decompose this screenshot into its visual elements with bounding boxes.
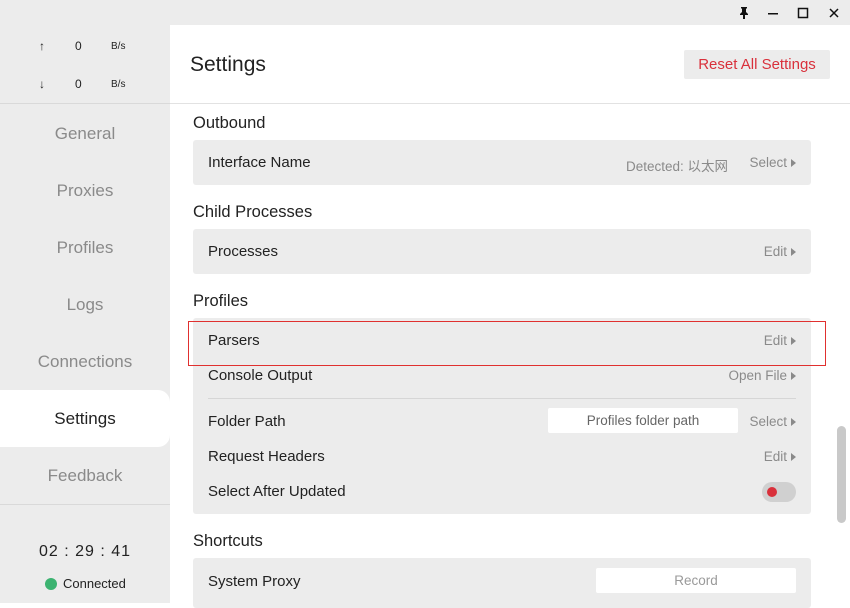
request-headers-row: Request Headers Edit <box>208 442 796 472</box>
caret-right-icon <box>791 371 796 380</box>
system-proxy-row: System Proxy Record <box>208 567 796 597</box>
request-headers-label: Request Headers <box>208 448 325 465</box>
request-headers-edit-button[interactable]: Edit <box>764 449 796 464</box>
parsers-edit-label: Edit <box>763 333 787 348</box>
download-arrow-icon: ↓ <box>39 77 45 91</box>
download-unit: B/s <box>111 79 126 90</box>
processes-edit-button[interactable]: Edit <box>764 244 796 259</box>
select-after-updated-toggle[interactable] <box>762 482 796 502</box>
sidebar: ↑ 0 B/s ↓ 0 B/s General Proxies Profiles… <box>0 25 170 603</box>
interface-detected: Detected: 以太网 <box>625 159 728 174</box>
status-dot-icon <box>45 577 57 590</box>
console-open-file-label: Open File <box>728 368 787 383</box>
toggle-knob <box>767 487 777 497</box>
caret-right-icon <box>791 417 796 426</box>
profiles-card: Parsers Edit Console Output Open File Fo… <box>193 318 811 514</box>
console-output-row: Console Output Open File <box>208 361 796 391</box>
maximize-icon[interactable] <box>788 0 818 25</box>
sidebar-item-general[interactable]: General <box>0 105 170 162</box>
scrollbar-thumb[interactable] <box>837 426 846 523</box>
status-label: Connected <box>63 576 126 591</box>
system-proxy-label: System Proxy <box>208 573 301 590</box>
sidebar-item-proxies[interactable]: Proxies <box>0 162 170 219</box>
title-bar <box>0 0 850 25</box>
system-proxy-record-input[interactable]: Record <box>596 568 796 593</box>
section-title-outbound: Outbound <box>193 114 266 132</box>
outbound-card: Interface Name Detected: 以太网 Select <box>193 140 811 185</box>
page-header: Settings Reset All Settings <box>170 25 850 104</box>
folder-select-button[interactable]: Select <box>749 414 796 429</box>
folder-select-label: Select <box>749 414 787 429</box>
processes-edit-label: Edit <box>763 244 787 259</box>
download-value: 0 <box>75 77 82 91</box>
reset-all-settings-button[interactable]: Reset All Settings <box>684 50 830 79</box>
child-processes-card: Processes Edit <box>193 229 811 274</box>
section-title-profiles: Profiles <box>193 292 249 310</box>
caret-right-icon <box>791 247 796 256</box>
sidebar-status: 02 : 29 : 41 Connected <box>0 504 170 603</box>
upload-row: ↑ 0 B/s <box>0 39 170 59</box>
sidebar-item-settings[interactable]: Settings <box>0 390 170 447</box>
divider <box>208 398 796 399</box>
upload-arrow-icon: ↑ <box>39 39 45 53</box>
console-open-file-button[interactable]: Open File <box>728 368 796 383</box>
uptime-clock: 02 : 29 : 41 <box>38 543 132 560</box>
caret-right-icon <box>791 336 796 345</box>
sidebar-item-feedback[interactable]: Feedback <box>0 447 170 504</box>
folder-path-input[interactable] <box>548 408 738 433</box>
select-after-updated-row: Select After Updated <box>208 477 796 507</box>
section-title-child-processes: Child Processes <box>193 203 313 221</box>
upload-unit: B/s <box>111 41 126 52</box>
select-after-updated-label: Select After Updated <box>208 483 346 500</box>
section-title-shortcuts: Shortcuts <box>193 532 263 550</box>
close-icon[interactable] <box>819 0 849 25</box>
page-title: Settings <box>190 53 266 76</box>
main-panel: Settings Reset All Settings Outbound Int… <box>170 25 850 608</box>
caret-right-icon <box>791 452 796 461</box>
processes-label: Processes <box>208 243 279 260</box>
folder-path-row: Folder Path Select <box>208 407 796 437</box>
sidebar-item-connections[interactable]: Connections <box>0 333 170 390</box>
interface-select-label: Select <box>749 155 787 170</box>
folder-path-label: Folder Path <box>208 413 286 430</box>
traffic-panel: ↑ 0 B/s ↓ 0 B/s <box>0 25 170 104</box>
pin-icon[interactable] <box>729 0 759 25</box>
interface-name-row: Interface Name Detected: 以太网 Select <box>208 148 796 178</box>
caret-right-icon <box>791 158 796 167</box>
parsers-edit-button[interactable]: Edit <box>764 333 796 348</box>
parsers-row: Parsers Edit <box>208 326 796 356</box>
processes-row: Processes Edit <box>208 237 796 267</box>
connection-status: Connected <box>45 576 126 591</box>
upload-value: 0 <box>75 39 82 53</box>
interface-select-button[interactable]: Select <box>749 155 796 170</box>
console-output-label: Console Output <box>208 367 313 384</box>
download-row: ↓ 0 B/s <box>0 77 170 97</box>
sidebar-item-profiles[interactable]: Profiles <box>0 219 170 276</box>
minimize-icon[interactable] <box>758 0 788 25</box>
shortcuts-card: System Proxy Record <box>193 558 811 608</box>
sidebar-item-logs[interactable]: Logs <box>0 276 170 333</box>
request-headers-edit-label: Edit <box>763 449 787 464</box>
parsers-label: Parsers <box>208 332 260 349</box>
interface-name-label: Interface Name <box>208 154 311 171</box>
